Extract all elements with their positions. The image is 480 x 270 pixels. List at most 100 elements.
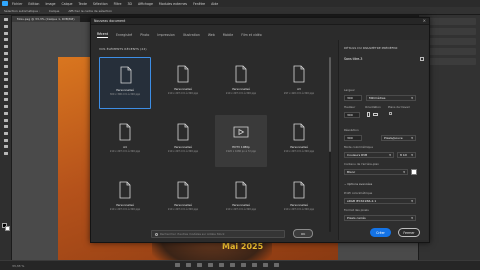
menu-window[interactable]: Fenêtre bbox=[193, 2, 205, 6]
menu-type[interactable]: Texte bbox=[79, 2, 87, 6]
eyedropper-tool-icon[interactable] bbox=[3, 51, 9, 55]
more-tools-icon[interactable] bbox=[3, 151, 9, 155]
lasso-tool-icon[interactable] bbox=[3, 31, 9, 35]
landscape-orientation-icon[interactable] bbox=[373, 113, 378, 116]
gradient-tool-icon[interactable] bbox=[3, 91, 9, 95]
type-tool-icon[interactable] bbox=[3, 118, 9, 122]
menu-filter[interactable]: Filtre bbox=[114, 2, 122, 6]
pixel-aspect-select[interactable]: Pixels carrés ▼ bbox=[344, 215, 416, 221]
zoom-level[interactable]: 33,33 % bbox=[12, 264, 24, 268]
taskbar-app-icon[interactable] bbox=[208, 263, 213, 267]
search-go-button[interactable]: OK bbox=[293, 229, 313, 238]
document-name-field[interactable]: Sans titre-3 bbox=[344, 57, 362, 61]
preset-tile[interactable]: Personnalisé 210 x 297 mm à 300 ppp bbox=[215, 57, 267, 109]
preset-tile[interactable]: Personnalisé 300 x 300 mm à 300 ppp bbox=[99, 57, 151, 109]
width-unit-select[interactable]: Millimètres ▼ bbox=[366, 95, 416, 101]
scrollbar-thumb[interactable] bbox=[329, 57, 331, 152]
menu-3d[interactable]: 3D bbox=[127, 2, 131, 6]
close-button[interactable]: Fermer bbox=[398, 228, 420, 237]
width-input[interactable]: 300 bbox=[344, 95, 362, 101]
color-swatches[interactable] bbox=[2, 223, 10, 231]
grid-scrollbar[interactable] bbox=[329, 57, 331, 232]
menu-file[interactable]: Fichier bbox=[12, 2, 22, 6]
bit-depth-select[interactable]: 8 bit ▼ bbox=[397, 152, 416, 158]
taskbar-app-icon[interactable] bbox=[219, 263, 224, 267]
menu-edit[interactable]: Edition bbox=[28, 2, 39, 6]
history-brush-tool-icon[interactable] bbox=[3, 78, 9, 82]
panel-row[interactable] bbox=[423, 58, 476, 65]
preset-tile[interactable]: HDTV 1080p 1920 x 1080 px à 72 ppp bbox=[215, 115, 267, 167]
tab-art-illustration[interactable]: Illustration bbox=[183, 33, 200, 39]
tab-film-video[interactable]: Film et vidéo bbox=[241, 33, 261, 39]
menu-select[interactable]: Sélection bbox=[93, 2, 108, 6]
zoom-tool-icon[interactable] bbox=[3, 145, 9, 149]
taskbar-app-icon[interactable] bbox=[175, 263, 180, 267]
marquee-tool-icon[interactable] bbox=[3, 24, 9, 28]
height-input[interactable]: 300 bbox=[344, 112, 360, 118]
taskbar-app-icon[interactable] bbox=[241, 263, 246, 267]
close-icon[interactable]: × bbox=[423, 19, 426, 23]
stock-search-input[interactable]: Rechercher d'autres modèles sur Adobe St… bbox=[151, 230, 285, 238]
auto-select-option[interactable]: Sélection automatique : bbox=[4, 9, 40, 13]
taskbar-app-icon[interactable] bbox=[197, 263, 202, 267]
create-button[interactable]: Créer bbox=[370, 228, 391, 237]
panel-row[interactable] bbox=[423, 48, 476, 55]
menu-plugins[interactable]: Modules externes bbox=[159, 2, 187, 6]
taskbar-app-icon[interactable] bbox=[230, 263, 235, 267]
show-transform-option[interactable]: Afficher le cadre de sélection bbox=[68, 9, 112, 13]
portrait-orientation-icon[interactable] bbox=[367, 112, 370, 117]
magic-wand-tool-icon[interactable] bbox=[3, 38, 9, 42]
menu-image[interactable]: Image bbox=[45, 2, 55, 6]
background-contents-select[interactable]: Blanc ▼ bbox=[344, 169, 408, 175]
tab-mobile[interactable]: Mobile bbox=[223, 33, 233, 39]
advanced-options-toggle[interactable]: ⌄ Options avancées bbox=[344, 182, 372, 186]
hand-tool-icon[interactable] bbox=[3, 138, 9, 142]
dodge-tool-icon[interactable] bbox=[3, 105, 9, 109]
save-preset-icon[interactable] bbox=[420, 57, 424, 61]
preset-tile[interactable]: Personnalisé 210 x 297 mm à 300 ppp bbox=[157, 115, 209, 167]
blur-tool-icon[interactable] bbox=[3, 98, 9, 102]
menu-view[interactable]: Affichage bbox=[138, 2, 153, 6]
brush-tool-icon[interactable] bbox=[3, 65, 9, 69]
taskbar-app-icon[interactable] bbox=[274, 263, 279, 267]
tab-print[interactable]: Impression bbox=[157, 33, 174, 39]
background-color-swatch[interactable] bbox=[411, 169, 417, 175]
eraser-tool-icon[interactable] bbox=[3, 85, 9, 89]
taskbar-app-icon[interactable] bbox=[263, 263, 268, 267]
shape-tool-icon[interactable] bbox=[3, 131, 9, 135]
resolution-unit-select[interactable]: Pixels/pouce ▼ bbox=[381, 135, 416, 141]
preset-tile[interactable]: A3 297 x 420 mm à 300 ppp bbox=[273, 57, 325, 109]
preset-tile[interactable]: Personnalisé 210 x 297 mm à 300 ppp bbox=[215, 173, 267, 225]
preset-tile[interactable]: Personnalisé 210 x 297 mm à 300 ppp bbox=[99, 173, 151, 225]
tab-web[interactable]: Web bbox=[208, 33, 215, 39]
preset-dimensions: 210 x 297 mm à 300 ppp bbox=[225, 208, 257, 211]
tab-saved[interactable]: Enregistré bbox=[116, 33, 132, 39]
pen-tool-icon[interactable] bbox=[3, 111, 9, 115]
panel-row[interactable] bbox=[423, 18, 476, 25]
taskbar-app-icon[interactable] bbox=[186, 263, 191, 267]
stamp-tool-icon[interactable] bbox=[3, 71, 9, 75]
path-selection-tool-icon[interactable] bbox=[3, 125, 9, 129]
menu-layer[interactable]: Calque bbox=[61, 2, 72, 6]
move-tool-icon[interactable] bbox=[3, 18, 9, 22]
preset-tile[interactable]: A4 210 x 297 mm à 300 ppp bbox=[99, 115, 151, 167]
resolution-input[interactable]: 300 bbox=[344, 135, 362, 141]
healing-tool-icon[interactable] bbox=[3, 58, 9, 62]
layer-option[interactable]: Calque bbox=[49, 9, 59, 13]
tab-photo[interactable]: Photo bbox=[140, 33, 149, 39]
color-mode-select[interactable]: Couleurs RVB ▼ bbox=[344, 152, 394, 158]
artboards-checkbox[interactable] bbox=[389, 112, 392, 115]
menu-help[interactable]: Aide bbox=[211, 2, 218, 6]
preset-tile[interactable]: Personnalisé 210 x 297 mm à 300 ppp bbox=[273, 173, 325, 225]
crop-tool-icon[interactable] bbox=[3, 44, 9, 48]
preset-tile[interactable]: Personnalisé 210 x 297 mm à 300 ppp bbox=[157, 57, 209, 109]
panel-row[interactable] bbox=[423, 28, 476, 35]
preset-tile[interactable]: Personnalisé 210 x 297 mm à 300 ppp bbox=[157, 173, 209, 225]
taskbar-app-icon[interactable] bbox=[252, 263, 257, 267]
panel-row[interactable] bbox=[423, 38, 476, 45]
tab-recent[interactable]: Récent bbox=[97, 32, 109, 38]
background-color[interactable] bbox=[5, 226, 10, 231]
preset-tile[interactable]: Personnalisé 210 x 297 mm à 300 ppp bbox=[273, 115, 325, 167]
chevron-down-icon: ▼ bbox=[411, 216, 413, 220]
color-profile-select[interactable]: sRGB IEC61966-2.1 ▼ bbox=[344, 198, 416, 204]
